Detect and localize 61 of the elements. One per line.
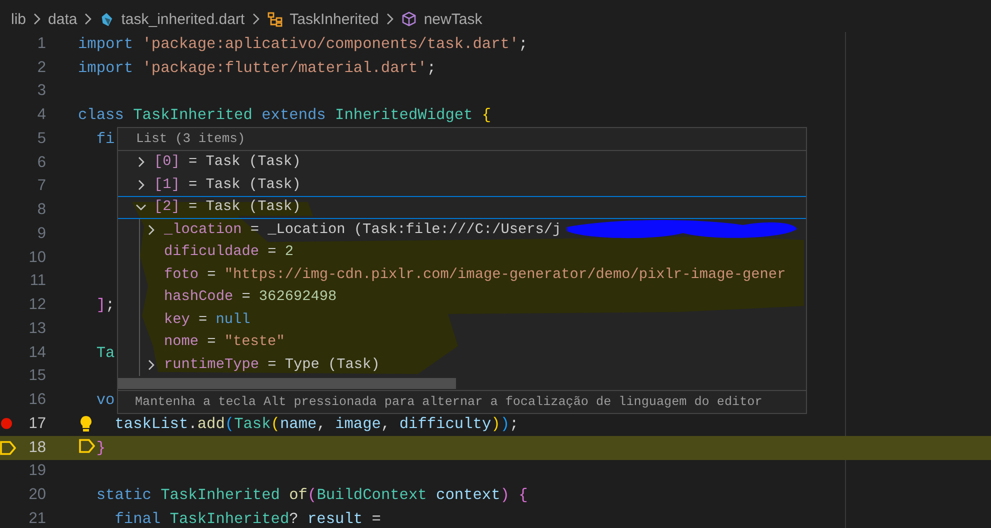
code-line: taskList.add(Task(name, image, difficulty)); <box>114 414 519 433</box>
code-line: import 'package:flutter/material.dart'; <box>78 58 436 77</box>
line-number: 10 <box>28 248 46 267</box>
line-number: 20 <box>28 486 46 504</box>
tree-item[interactable]: [2] = Task (Task) <box>118 196 806 218</box>
tree-item[interactable]: hashCode = 362692498 <box>118 286 806 308</box>
tree-item[interactable]: foto = "https://img-cdn.pixlr.com/image-generator/demo/pixlr-image-gener <box>118 264 806 286</box>
line-number: 18 <box>28 438 46 457</box>
code-line: vo <box>96 391 115 410</box>
code-line: fi <box>96 130 115 148</box>
hover-title: List (3 items) <box>118 128 806 151</box>
line-number: 5 <box>36 130 46 148</box>
line-number: 17 <box>28 414 46 433</box>
chevron-icon <box>33 13 42 25</box>
line-number: 13 <box>28 320 46 338</box>
line-number: 3 <box>36 82 46 100</box>
code-line: class TaskInherited extends InheritedWidget { <box>78 106 492 124</box>
tree-item[interactable]: _location = _Location (Task:file:///C:/Users/j <box>118 218 806 241</box>
line-number: 19 <box>28 462 46 480</box>
tree-item[interactable]: runtimeType = Type (Task) <box>118 354 806 376</box>
lightbulb-icon[interactable] <box>79 415 93 433</box>
line-number: 9 <box>36 224 46 243</box>
hover-hint: Mantenha a tecla Alt pressionada para alternar a focalização de linguagem do editor <box>118 390 806 413</box>
cube-icon <box>400 11 417 27</box>
class-icon <box>266 11 283 27</box>
line-number: 12 <box>28 296 46 314</box>
breadcrumb-item[interactable]: data <box>48 10 78 28</box>
scrollbar-thumb[interactable] <box>118 378 456 389</box>
tree-item[interactable]: [1] = Task (Task) <box>118 174 806 196</box>
code-line: } <box>96 438 106 457</box>
line-number: 1 <box>36 34 46 53</box>
line-number: 7 <box>36 177 46 196</box>
line-number: 6 <box>36 154 46 172</box>
line-number: 21 <box>28 510 46 528</box>
tree-item[interactable]: dificuldade = 2 <box>118 241 806 264</box>
breadcrumb-item[interactable]: lib <box>11 10 26 28</box>
tree-item[interactable]: nome = "teste" <box>118 331 806 354</box>
breadcrumb-item[interactable]: TaskInherited <box>266 10 379 28</box>
code-line: final TaskInherited? result = <box>114 510 381 528</box>
chevron-icon <box>252 13 260 25</box>
breakpoint-icon[interactable] <box>1 418 12 429</box>
line-number: 11 <box>28 272 46 290</box>
execution-arrow-icon <box>79 438 95 453</box>
line-number: 15 <box>28 367 46 386</box>
line-number: 8 <box>36 201 46 220</box>
line-number: 4 <box>36 106 46 124</box>
chevron-icon <box>84 13 92 25</box>
tree-item[interactable]: key = null <box>118 308 806 331</box>
code-line: Ta <box>96 344 115 362</box>
breadcrumb-item[interactable]: newTask <box>400 10 482 28</box>
code-line: static TaskInherited of(BuildContext context) { <box>96 486 528 504</box>
tree-item[interactable]: [0] = Task (Task) <box>118 151 806 174</box>
code-line: import 'package:aplicativo/components/task.dart'; <box>78 34 528 53</box>
chevron-icon <box>386 13 394 25</box>
line-number: 14 <box>28 344 46 362</box>
dart-file-icon <box>99 12 114 26</box>
code-line: ]; <box>96 296 115 314</box>
breadcrumb-item[interactable]: task_inherited.dart <box>99 10 245 28</box>
line-number: 16 <box>28 391 46 410</box>
line-number: 2 <box>36 58 46 77</box>
execution-arrow-icon <box>0 440 16 455</box>
